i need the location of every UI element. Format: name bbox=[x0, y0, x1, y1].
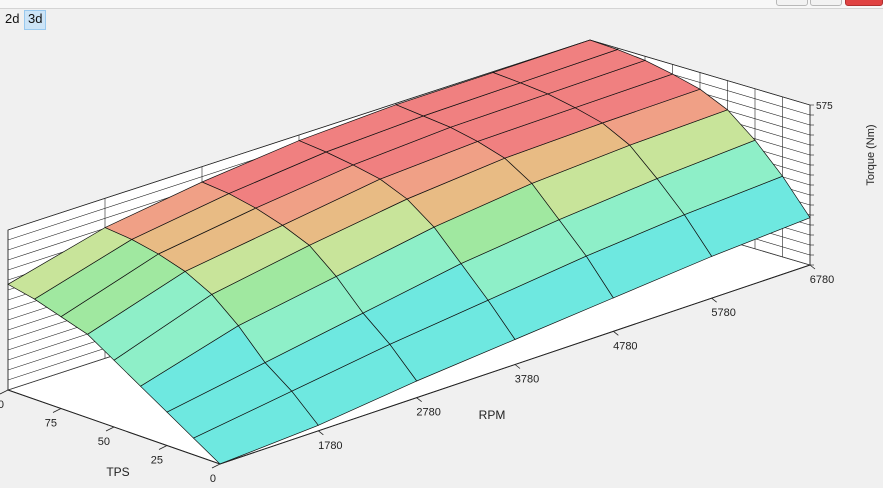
tps-tick-label: 25 bbox=[151, 455, 163, 467]
rpm-tick-label: 3780 bbox=[515, 374, 539, 386]
rpm-tick-label: 4780 bbox=[613, 340, 637, 352]
tps-tick bbox=[52, 408, 62, 413]
tps-tick bbox=[105, 426, 115, 432]
rpm-tick-label: 1780 bbox=[318, 440, 342, 452]
rpm-tick bbox=[514, 364, 521, 369]
tps-axis-label: TPS bbox=[106, 465, 129, 479]
rpm-axis-label: RPM bbox=[479, 408, 506, 422]
rpm-tick-label: 2780 bbox=[416, 407, 440, 419]
surface-chart: 1780 2780 3780 4780 5780 6780 0 25 50 75 100 575 RPM… bbox=[0, 39, 877, 485]
torque-axis-label: Torque (Nm) bbox=[865, 124, 877, 185]
rpm-tick-label: 5780 bbox=[711, 307, 735, 319]
rpm-tick bbox=[613, 331, 619, 336]
rpm-tick-label: 6780 bbox=[810, 274, 834, 286]
tps-tick bbox=[211, 463, 221, 469]
rpm-tick bbox=[809, 264, 816, 270]
rpm-tick bbox=[416, 397, 422, 402]
tps-tick bbox=[0, 389, 9, 395]
rpm-tick bbox=[711, 297, 717, 303]
tps-tick bbox=[158, 445, 168, 450]
tps-tick-label: 50 bbox=[98, 436, 110, 448]
tps-tick-label: 0 bbox=[210, 473, 216, 485]
rpm-tick bbox=[318, 430, 324, 436]
tps-tick-label: 75 bbox=[45, 418, 57, 430]
tps-tick-label: 100 bbox=[0, 399, 4, 411]
torque-tick-label: 575 bbox=[816, 101, 833, 112]
